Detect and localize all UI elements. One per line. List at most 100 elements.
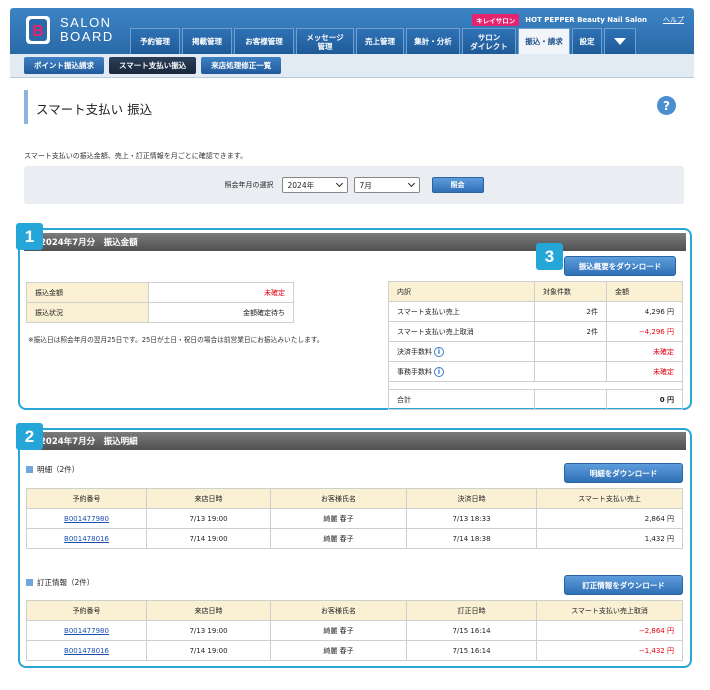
month-value: 7月: [359, 180, 372, 190]
payment-datetime: 7/14 18:38: [406, 528, 537, 549]
breakdown-count: [534, 361, 607, 382]
salon-board-logo-icon: B: [26, 16, 50, 44]
table-row: 決済手数料 i 未確定: [388, 341, 683, 362]
customer-name: 綺麗 春子: [270, 528, 407, 549]
summary-label: 振込金額: [26, 282, 149, 303]
table-row: B001478016 7/14 19:00 綺麗 春子 7/15 16:14 −…: [26, 640, 683, 661]
download-corrections-button[interactable]: 訂正情報をダウンロード: [564, 575, 683, 595]
breakdown-amount: 未確定: [606, 341, 683, 362]
column-header: 予約番号: [26, 488, 147, 509]
nav-transfers[interactable]: 振込・請求: [518, 28, 570, 54]
breakdown-label: 決済手数料 i: [388, 341, 535, 362]
column-header: スマート支払い売上: [536, 488, 683, 509]
total-row: 合計 0 円: [388, 389, 683, 410]
table-row: B001477980 7/13 19:00 綺麗 春子 7/13 18:33 2…: [26, 508, 683, 529]
spacer-row: [388, 381, 683, 390]
breakdown-label-text: 事務手数料: [397, 367, 432, 376]
reservation-cell: B001478016: [26, 528, 147, 549]
section2-header: 2024年7月分 振込明細: [24, 432, 686, 450]
info-icon[interactable]: i: [434, 346, 444, 357]
logo-line1: SALON: [60, 15, 112, 30]
help-link[interactable]: ヘルプ: [663, 15, 684, 25]
nav-messages[interactable]: メッセージ 管理: [296, 28, 354, 54]
kirei-salon-badge: キレイサロン: [472, 14, 520, 26]
corrections-heading-text: 訂正情報（2件）: [37, 578, 95, 587]
store-name: HOT PEPPER Beauty Nail Salon: [525, 16, 647, 24]
sales-amount: 1,432 円: [536, 528, 683, 549]
nav-analytics[interactable]: 集計・分析: [406, 28, 460, 54]
payment-datetime: 7/13 18:33: [406, 508, 537, 529]
summary-label: 振込状況: [26, 302, 149, 323]
breakdown-table: 内訳 対象件数 金額 スマート支払い売上 2件 4,296 円 スマート支払い売…: [388, 281, 683, 410]
subnav-smart-payment-transfer[interactable]: スマート支払い振込: [109, 57, 197, 74]
breakdown-label-text: 決済手数料: [397, 347, 432, 356]
main-nav: 予約管理 掲載管理 お客様管理 メッセージ 管理 売上管理 集計・分析 サロン …: [130, 28, 636, 54]
nav-settings[interactable]: 設定: [572, 28, 602, 54]
filter-bar: 照会年月の選択 2024年 7月 照会: [24, 166, 684, 204]
reservation-link[interactable]: B001477980: [64, 627, 109, 635]
nav-salon-direct[interactable]: サロン ダイレクト: [462, 28, 516, 54]
visit-datetime: 7/14 19:00: [146, 640, 271, 661]
breakdown-amount: −4,296 円: [606, 321, 683, 342]
help-icon[interactable]: ?: [657, 96, 676, 115]
subnav-visit-corrections[interactable]: 来店処理修正一覧: [201, 57, 282, 74]
download-summary-button[interactable]: 振込概要をダウンロード: [564, 256, 676, 276]
details-table: 予約番号 来店日時 お客様氏名 決済日時 スマート支払い売上 B00147798…: [26, 488, 683, 549]
summary-table: 振込金額 未確定 振込状況 金額確定待ち: [26, 282, 294, 323]
info-icon[interactable]: i: [434, 366, 444, 377]
nav-reservations[interactable]: 予約管理: [130, 28, 180, 54]
customer-name: 綺麗 春子: [270, 620, 407, 641]
table-row: B001478016 7/14 19:00 綺麗 春子 7/14 18:38 1…: [26, 528, 683, 549]
year-select[interactable]: 2024年: [281, 177, 348, 193]
reservation-link[interactable]: B001477980: [64, 515, 109, 523]
corrections-heading: 訂正情報（2件）: [26, 577, 94, 588]
nav-more-button[interactable]: [604, 28, 636, 54]
month-select[interactable]: 7月: [353, 177, 420, 193]
inquiry-button[interactable]: 照会: [431, 177, 484, 193]
column-header: お客様氏名: [270, 488, 407, 509]
column-header: 金額: [606, 281, 683, 302]
details-heading-text: 明細（2件）: [37, 465, 80, 474]
chevron-down-icon: [407, 179, 415, 188]
breakdown-count: [534, 341, 607, 362]
reservation-link[interactable]: B001478016: [64, 647, 109, 655]
breakdown-count: 2件: [534, 301, 607, 322]
cancel-amount: −2,864 円: [536, 620, 683, 641]
nav-customers[interactable]: お客様管理: [234, 28, 294, 54]
chevron-down-icon: [335, 179, 343, 188]
visit-datetime: 7/14 19:00: [146, 528, 271, 549]
breakdown-amount: 未確定: [606, 361, 683, 382]
breakdown-count: 2件: [534, 321, 607, 342]
transfer-status-value: 金額確定待ち: [148, 302, 294, 323]
total-amount: 0 円: [606, 389, 683, 410]
table-row: 振込状況 金額確定待ち: [26, 302, 294, 323]
nav-sales[interactable]: 売上管理: [356, 28, 404, 54]
total-empty: [534, 389, 607, 410]
top-header: B SALON BOARD キレイサロン HOT PEPPER Beauty N…: [10, 8, 694, 54]
column-header: 内訳: [388, 281, 535, 302]
reservation-cell: B001478016: [26, 640, 147, 661]
nav-listing[interactable]: 掲載管理: [182, 28, 232, 54]
subnav-point-transfer[interactable]: ポイント振込請求: [24, 57, 104, 74]
correction-datetime: 7/15 16:14: [406, 620, 537, 641]
download-details-button[interactable]: 明細をダウンロード: [564, 463, 683, 483]
sales-amount: 2,864 円: [536, 508, 683, 529]
table-header-row: 内訳 対象件数 金額: [388, 281, 683, 302]
visit-datetime: 7/13 19:00: [146, 620, 271, 641]
table-header-row: 予約番号 来店日時 お客様氏名 決済日時 スマート支払い売上: [26, 488, 683, 509]
visit-datetime: 7/13 19:00: [146, 508, 271, 529]
square-bullet-icon: [26, 466, 33, 473]
breakdown-label: 事務手数料 i: [388, 361, 535, 382]
table-row: 事務手数料 i 未確定: [388, 361, 683, 382]
transfer-date-note: ※振込日は照会年月の翌月25日です。25日が土日・祝日の場合は前営業日にお振込み…: [28, 336, 324, 344]
caret-down-icon: [614, 38, 626, 45]
transfer-amount-value: 未確定: [148, 282, 294, 303]
corrections-table: 予約番号 来店日時 お客様氏名 訂正日時 スマート支払い売上取消 B001477…: [26, 600, 683, 661]
page-title: スマート支払い 振込: [36, 102, 153, 117]
reservation-link[interactable]: B001478016: [64, 535, 109, 543]
section2-badge: 2: [16, 423, 43, 450]
page-title-accent: [24, 90, 28, 124]
svg-text:B: B: [32, 23, 44, 40]
column-header: 来店日時: [146, 488, 271, 509]
correction-datetime: 7/15 16:14: [406, 640, 537, 661]
